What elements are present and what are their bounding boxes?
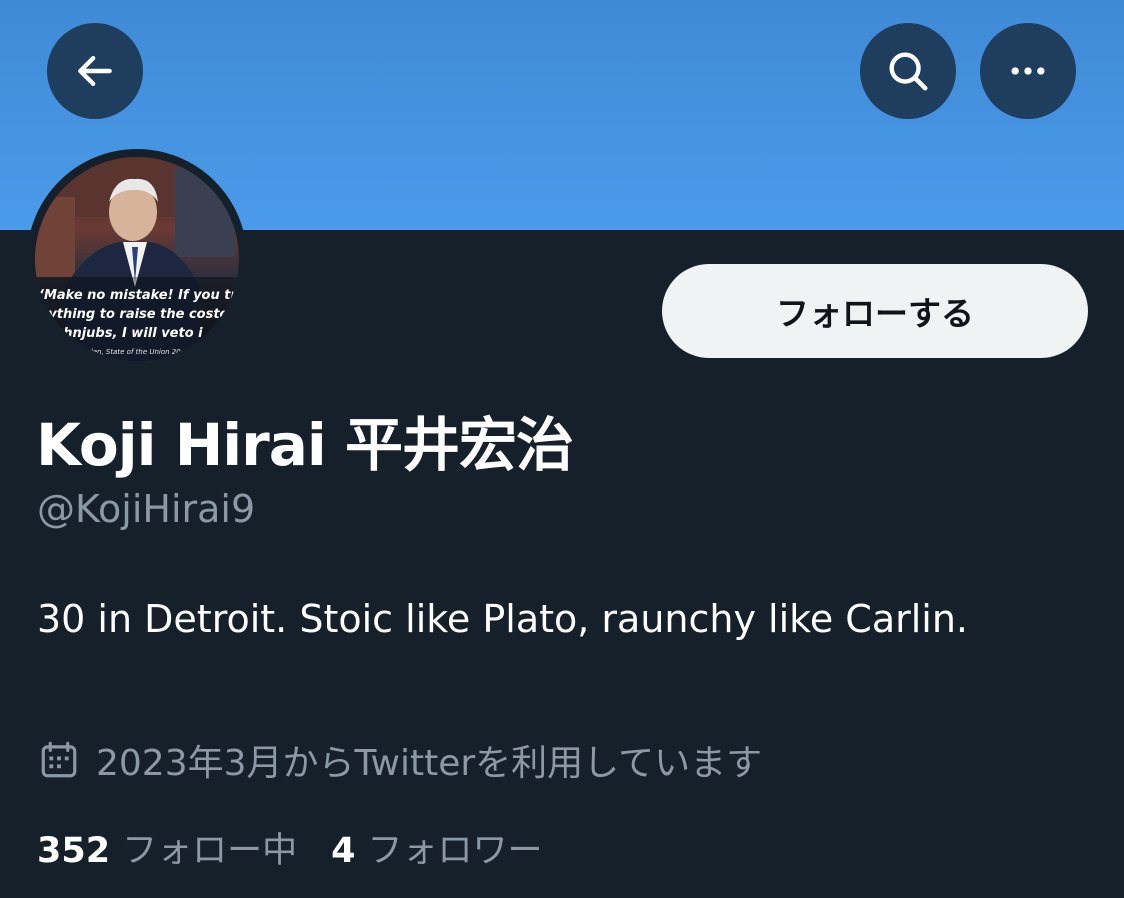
- followers-label: フォロワー: [367, 831, 543, 871]
- bio: 30 in Detroit. Stoic like Plato, raunchy…: [37, 597, 968, 641]
- more-button[interactable]: [980, 23, 1076, 119]
- follow-button[interactable]: フォローする: [662, 264, 1088, 358]
- back-button[interactable]: [47, 23, 143, 119]
- display-name: Koji Hirai 平井宏治: [36, 411, 574, 479]
- joined-text: 2023年3月からTwitterを利用しています: [96, 743, 763, 784]
- more-horizontal-icon: [1011, 67, 1045, 75]
- follow-stats: 352 フォロー中 4 フォロワー: [37, 822, 576, 873]
- avatar-quote-line-1: ‘Make no mistake! If you try: [39, 288, 239, 303]
- following-label: フォロー中: [122, 831, 298, 871]
- avatar-caption: e Biden, State of the Union 20: [75, 348, 181, 356]
- followers-link[interactable]: 4 フォロワー: [331, 822, 542, 873]
- calendar-icon: [38, 739, 80, 781]
- search-icon: [889, 52, 928, 91]
- search-button[interactable]: [860, 23, 956, 119]
- joined-date: 2023年3月からTwitterを利用しています: [38, 734, 762, 786]
- handle: @KojiHirai9: [37, 487, 256, 531]
- following-count: 352: [37, 831, 111, 871]
- avatar-image: ‘Make no mistake! If you try nything to …: [35, 157, 239, 361]
- following-link[interactable]: 352 フォロー中: [37, 822, 297, 873]
- avatar-quote-line-2: nything to raise the costo: [39, 307, 229, 322]
- avatar[interactable]: ‘Make no mistake! If you try nything to …: [27, 149, 247, 369]
- avatar-quote-line-3: isizhnjubs, I will veto i: [39, 326, 203, 341]
- arrow-left-icon: [78, 55, 112, 87]
- followers-count: 4: [331, 831, 356, 871]
